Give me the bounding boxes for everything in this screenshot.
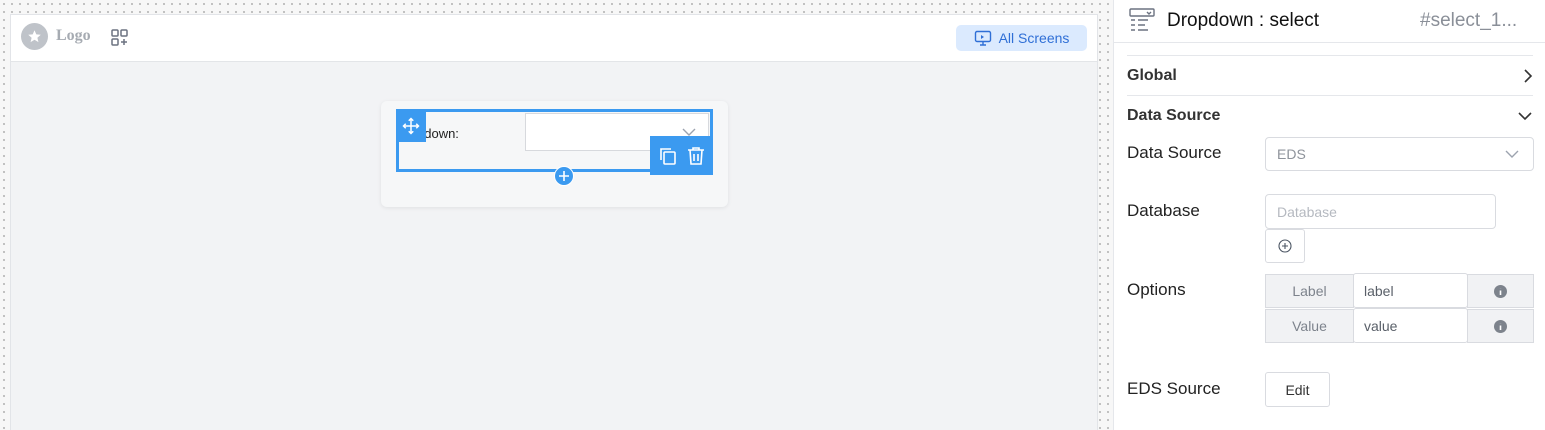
option-key-value: Value [1265, 309, 1354, 343]
plus-icon [559, 171, 569, 181]
logo-text: Logo [56, 27, 91, 44]
option-key-text: Value [1292, 318, 1327, 334]
panel-title: Dropdown : select [1167, 10, 1320, 31]
option-label-input[interactable]: label [1353, 273, 1468, 308]
section-data-source-label: Data Source [1127, 107, 1221, 124]
star-icon [21, 22, 48, 50]
option-value-info[interactable] [1467, 309, 1534, 343]
option-key-label: Label [1265, 274, 1354, 308]
data-source-label: Data Source [1127, 143, 1222, 162]
panel-header: Dropdown : select #select_1... [1114, 0, 1545, 43]
dropdown-component-icon [1129, 8, 1155, 31]
database-input[interactable]: Database [1265, 194, 1496, 229]
edit-button-label: Edit [1285, 381, 1310, 398]
data-source-value: EDS [1277, 146, 1306, 162]
section-data-source[interactable]: Data Source [1127, 96, 1533, 136]
add-widget-icon[interactable] [110, 28, 130, 48]
add-below-button[interactable] [554, 166, 574, 186]
chevron-right-icon [1524, 69, 1533, 83]
eds-source-label: EDS Source [1127, 379, 1221, 398]
section-global-label: Global [1127, 67, 1177, 84]
chevron-down-icon [1505, 150, 1519, 158]
option-key-text: Label [1292, 283, 1327, 299]
logo: Logo [21, 22, 91, 50]
option-value-value: value [1364, 317, 1398, 334]
chevron-down-icon [1518, 112, 1532, 121]
eds-edit-button[interactable]: Edit [1265, 372, 1330, 407]
all-screens-button[interactable]: All Screens [956, 25, 1087, 51]
copy-icon[interactable] [658, 146, 678, 166]
component-actions [650, 136, 713, 175]
selected-dropdown-component[interactable]: odown: [396, 109, 713, 186]
add-database-button[interactable] [1265, 229, 1305, 263]
component-id: #select_1... [1420, 10, 1518, 31]
option-label-info[interactable] [1467, 274, 1534, 308]
properties-panel: Dropdown : select #select_1... Global Da… [1113, 0, 1545, 430]
database-label: Database [1127, 201, 1200, 220]
screen-frame: Logo All Screens odown: [10, 14, 1098, 430]
info-icon [1494, 319, 1507, 333]
move-icon[interactable] [396, 109, 426, 142]
data-source-select[interactable]: EDS [1265, 137, 1534, 171]
monitor-icon [974, 30, 991, 46]
chevron-down-icon [682, 128, 696, 136]
delete-icon[interactable] [687, 146, 705, 166]
form-card[interactable]: odown: [381, 101, 728, 207]
add-circle-icon [1278, 239, 1292, 253]
database-placeholder: Database [1277, 203, 1337, 220]
all-screens-label: All Screens [998, 30, 1070, 46]
info-icon [1494, 284, 1507, 298]
section-global[interactable]: Global [1127, 56, 1533, 96]
option-label-value: label [1364, 282, 1394, 299]
screen-header: Logo All Screens [11, 15, 1097, 62]
option-value-input[interactable]: value [1353, 308, 1468, 343]
design-canvas[interactable]: Logo All Screens odown: [0, 0, 1113, 430]
options-label: Options [1127, 280, 1186, 299]
